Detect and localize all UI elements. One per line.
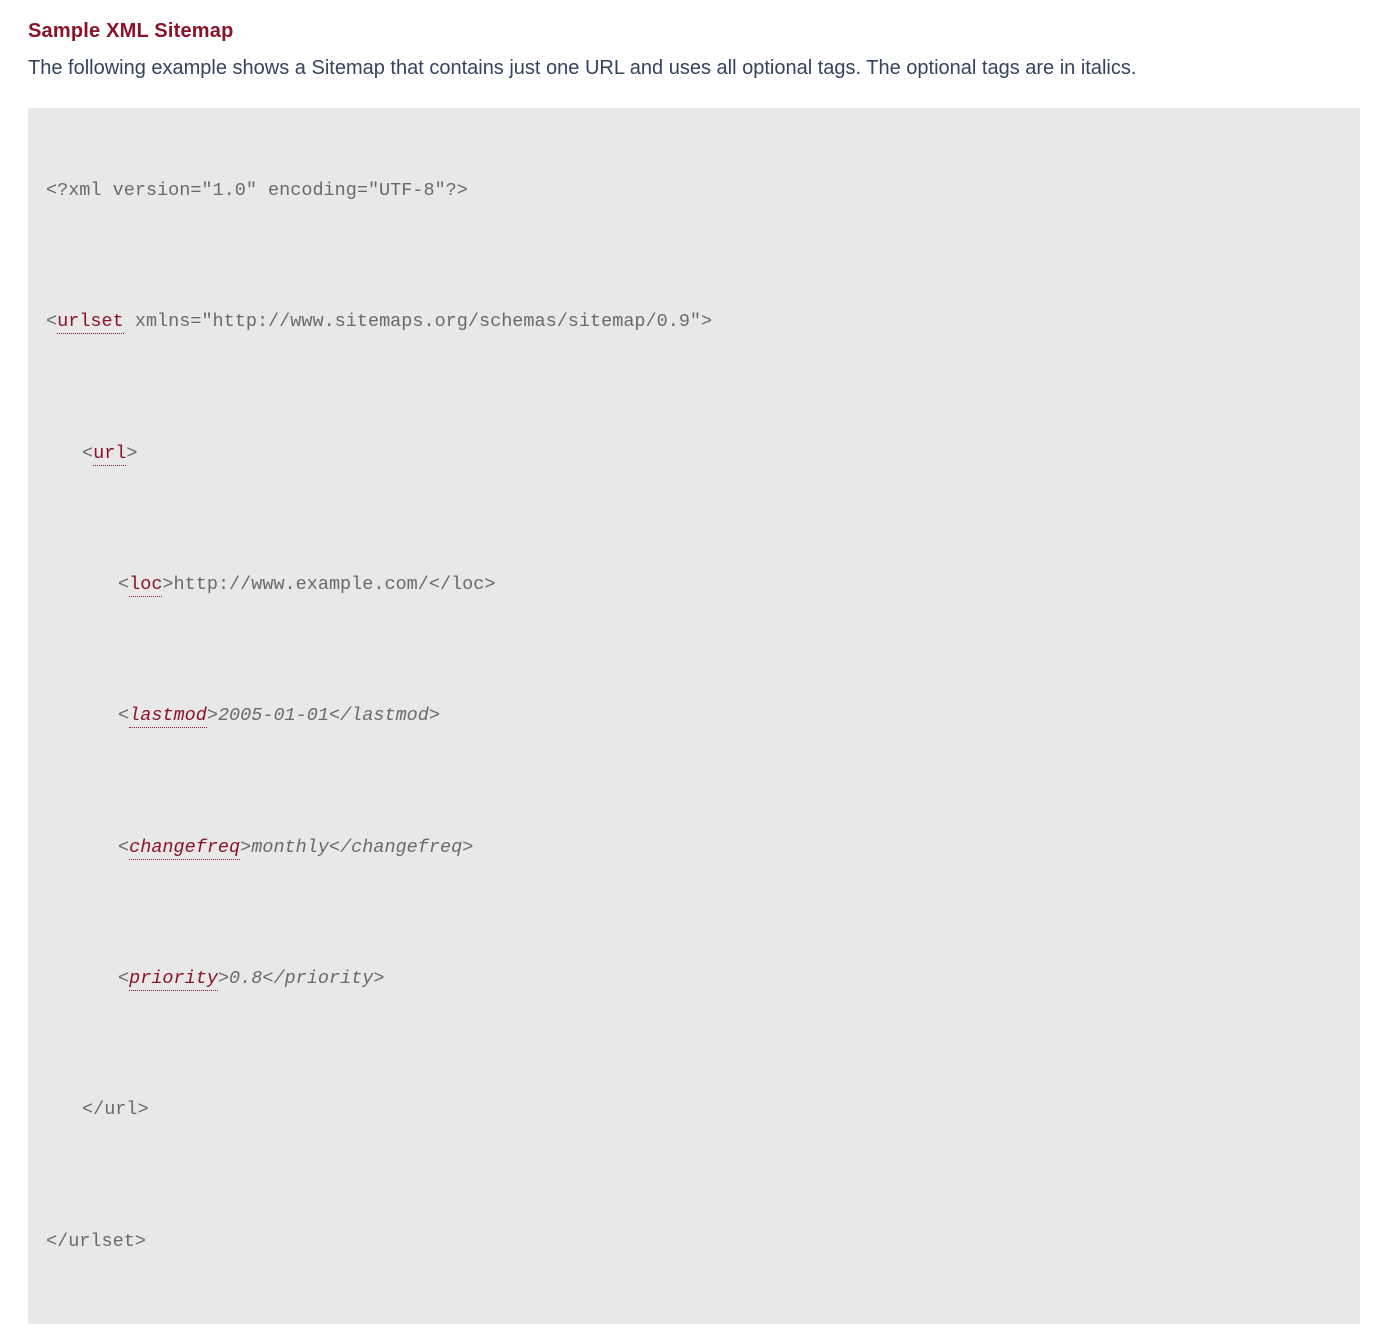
loc-tag-link[interactable]: loc (129, 574, 162, 597)
xml-declaration: <?xml version="1.0" encoding="UTF-8"?> (46, 180, 468, 201)
urlset-open-bracket: < (46, 311, 57, 332)
priority-tag-link[interactable]: priority (129, 968, 218, 991)
url-close: </url> (82, 1099, 149, 1120)
lastmod-value: 2005-01-01 (218, 705, 329, 726)
loc-open-suffix: > (162, 574, 173, 595)
section-intro: The following example shows a Sitemap th… (28, 53, 1360, 84)
section-heading: Sample XML Sitemap (28, 20, 1360, 43)
urlset-attrs: xmlns="http://www.sitemaps.org/schemas/s… (124, 311, 712, 332)
priority-close: </priority> (262, 968, 384, 989)
priority-open-bracket: < (118, 968, 129, 989)
lastmod-open-bracket: < (118, 705, 129, 726)
lastmod-open-suffix: > (207, 705, 218, 726)
priority-value: 0.8 (229, 968, 262, 989)
changefreq-close: </changefreq> (329, 837, 473, 858)
changefreq-open-suffix: > (240, 837, 251, 858)
loc-value: http://www.example.com/ (174, 574, 429, 595)
urlset-tag-link[interactable]: urlset (57, 311, 124, 334)
changefreq-value: monthly (251, 837, 329, 858)
url-tag-link[interactable]: url (93, 443, 126, 466)
loc-open-bracket: < (118, 574, 129, 595)
lastmod-close: </lastmod> (329, 705, 440, 726)
loc-close: </loc> (429, 574, 496, 595)
changefreq-open-bracket: < (118, 837, 129, 858)
urlset-close: </urlset> (46, 1231, 146, 1252)
code-block: <?xml version="1.0" encoding="UTF-8"?> <… (28, 108, 1360, 1324)
changefreq-tag-link[interactable]: changefreq (129, 837, 240, 860)
url-open-suffix: > (126, 443, 137, 464)
url-open-bracket: < (82, 443, 93, 464)
lastmod-tag-link[interactable]: lastmod (129, 705, 207, 728)
priority-open-suffix: > (218, 968, 229, 989)
